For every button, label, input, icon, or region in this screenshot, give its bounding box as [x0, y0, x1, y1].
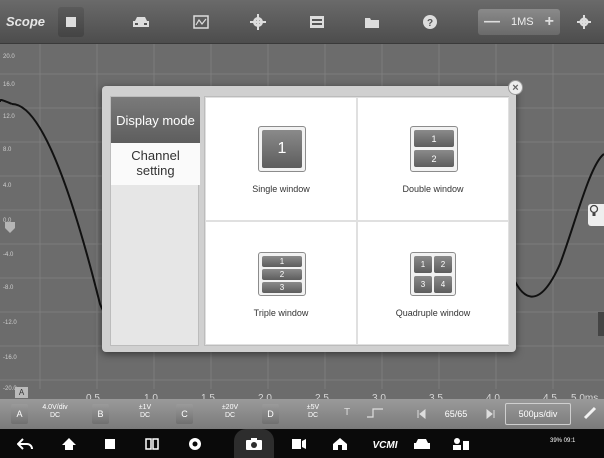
display-mode-dialog: × Display mode Channel setting 1 Single …	[0, 0, 604, 458]
window-number: 4	[434, 276, 452, 293]
option-label: Triple window	[253, 308, 309, 318]
window-number: 1	[414, 130, 454, 147]
window-number: 1	[414, 256, 432, 273]
window-number: 3	[262, 282, 302, 293]
close-button[interactable]: ×	[508, 80, 523, 95]
option-label: Double window	[402, 184, 464, 194]
quadruple-window-option[interactable]: 1 2 3 4 Quadruple window	[357, 221, 509, 345]
single-window-option[interactable]: 1 Single window	[205, 97, 357, 221]
quadruple-window-icon: 1 2 3 4	[410, 252, 456, 296]
option-label: Quadruple window	[395, 308, 471, 318]
window-number: 2	[262, 269, 302, 280]
window-number: 3	[414, 276, 432, 293]
sidebar-item-display-mode[interactable]: Display mode	[111, 97, 200, 143]
window-number: 1	[262, 130, 302, 168]
single-window-icon: 1	[258, 126, 306, 172]
dialog-sidebar: Display mode Channel setting	[110, 96, 200, 346]
window-number: 2	[414, 150, 454, 167]
sidebar-item-channel-setting[interactable]: Channel setting	[111, 143, 200, 185]
window-number: 1	[262, 256, 302, 267]
option-label: Single window	[252, 184, 310, 194]
layout-options-grid: 1 Single window 1 2 Double window 1 2 3	[204, 96, 509, 346]
triple-window-icon: 1 2 3	[258, 252, 306, 296]
double-window-icon: 1 2	[410, 126, 458, 172]
window-number: 2	[434, 256, 452, 273]
scope-app: Scope ? — 1MS + 20.0 16.0 12.0 8.0 4.0 0…	[0, 0, 604, 458]
triple-window-option[interactable]: 1 2 3 Triple window	[205, 221, 357, 345]
double-window-option[interactable]: 1 2 Double window	[357, 97, 509, 221]
